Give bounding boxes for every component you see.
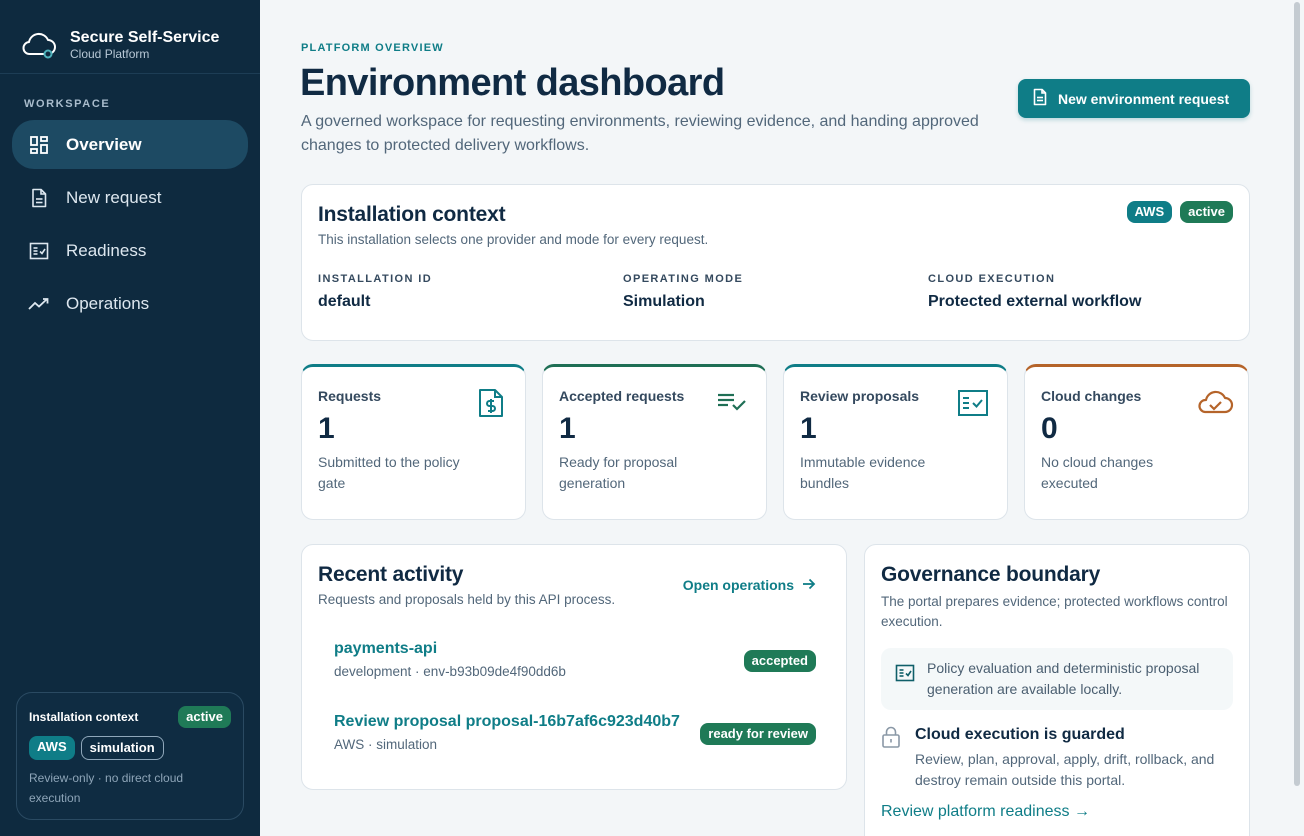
field-label: CLOUD EXECUTION bbox=[928, 273, 1056, 285]
list-item: Review proposal proposal-16b7af6c923d40b… bbox=[334, 713, 816, 752]
card-title: Governance boundary bbox=[881, 563, 1101, 586]
field-label: OPERATING MODE bbox=[623, 273, 744, 285]
trend-icon bbox=[28, 293, 50, 315]
stat-description: Immutable evidence bundles bbox=[800, 454, 926, 491]
stat-description: Ready for proposal generation bbox=[559, 454, 678, 491]
cloud-icon bbox=[20, 26, 58, 64]
card-subtitle: This installation selects one provider a… bbox=[318, 232, 709, 247]
sidebar-item-label: New request bbox=[66, 187, 162, 207]
list-item: payments-api development · env-b93b09de4… bbox=[334, 640, 816, 679]
stat-description: No cloud changes executed bbox=[1041, 454, 1154, 491]
sidebar-context-title: Installation context bbox=[29, 710, 139, 724]
sidebar-item-overview[interactable]: Overview bbox=[12, 120, 248, 169]
list-check-icon bbox=[716, 387, 748, 419]
sidebar-item-readiness[interactable]: Readiness bbox=[12, 226, 248, 275]
page-eyebrow: PLATFORM OVERVIEW bbox=[301, 42, 444, 54]
dashboard-icon bbox=[28, 134, 50, 156]
review-readiness-link[interactable]: Review platform readiness → bbox=[881, 803, 1233, 821]
open-operations-link[interactable]: Open operations bbox=[683, 577, 816, 593]
stat-card-requests: Requests 1 Submitted to the policy gate bbox=[301, 364, 526, 520]
status-badge: active bbox=[178, 706, 231, 728]
sidebar-context-note: Review-only · no direct cloud execution bbox=[29, 771, 184, 805]
guard-title: Cloud execution is guarded bbox=[915, 726, 1125, 743]
button-label: New environment request bbox=[1058, 90, 1230, 107]
field-label: INSTALLATION ID bbox=[318, 273, 433, 285]
brand-title: Secure Self-Service bbox=[70, 28, 220, 46]
field-value: Simulation bbox=[623, 293, 705, 310]
status-badge: active bbox=[1180, 201, 1233, 223]
governance-boundary-card: Governance boundary The portal prepares … bbox=[864, 544, 1250, 836]
stat-description: Submitted to the policy gate bbox=[318, 454, 460, 491]
stat-card-cloud-changes: Cloud changes 0 No cloud changes execute… bbox=[1024, 364, 1249, 520]
sidebar-item-label: Overview bbox=[66, 134, 142, 154]
card-subtitle: The portal prepares evidence; protected … bbox=[881, 594, 1228, 629]
page-description: A governed workspace for requesting envi… bbox=[301, 113, 979, 154]
brand-subtitle: Cloud Platform bbox=[70, 46, 150, 61]
installation-id-field: INSTALLATION ID default bbox=[318, 273, 623, 311]
checklist-icon bbox=[28, 240, 50, 262]
status-badge: accepted bbox=[743, 650, 816, 672]
document-icon bbox=[1032, 88, 1048, 109]
lock-icon bbox=[881, 726, 901, 791]
status-badge: ready for review bbox=[700, 723, 816, 745]
governance-note-text: Policy evaluation and deterministic prop… bbox=[927, 660, 1200, 697]
field-value: Protected external workflow bbox=[928, 293, 1142, 310]
cloud-execution-field: CLOUD EXECUTION Protected external workf… bbox=[928, 273, 1233, 311]
sidebar: Secure Self-Service Cloud Platform WORKS… bbox=[0, 0, 260, 836]
page-title: Environment dashboard bbox=[300, 62, 725, 104]
provider-badge: AWS bbox=[1126, 201, 1173, 223]
sidebar-item-new-request[interactable]: New request bbox=[12, 173, 248, 222]
recent-activity-card: Recent activity Requests and proposals h… bbox=[301, 544, 847, 790]
link-label: Open operations bbox=[682, 577, 794, 593]
main-content: PLATFORM OVERVIEW Environment dashboard … bbox=[260, 0, 1304, 836]
new-environment-request-button[interactable]: New environment request bbox=[1018, 79, 1250, 118]
cloud-check-icon bbox=[1196, 387, 1234, 419]
workspace-label: WORKSPACE bbox=[24, 98, 111, 110]
sidebar-item-operations[interactable]: Operations bbox=[12, 279, 248, 328]
stat-card-review-proposals: Review proposals 1 Immutable evidence bu… bbox=[783, 364, 1008, 520]
card-title: Installation context bbox=[318, 203, 506, 226]
guard-text: Review, plan, approval, apply, drift, ro… bbox=[915, 751, 1215, 788]
checklist-icon bbox=[895, 658, 915, 700]
arrow-right-icon bbox=[802, 577, 816, 593]
brand[interactable]: Secure Self-Service Cloud Platform bbox=[0, 0, 260, 74]
document-icon bbox=[28, 187, 50, 209]
operating-mode-field: OPERATING MODE Simulation bbox=[623, 273, 928, 311]
provider-badge: AWS bbox=[29, 736, 75, 760]
card-subtitle: Requests and proposals held by this API … bbox=[318, 592, 616, 607]
field-value: default bbox=[318, 293, 371, 310]
scrollbar[interactable] bbox=[1294, 2, 1300, 786]
stat-card-accepted-requests: Accepted requests 1 Ready for proposal g… bbox=[542, 364, 767, 520]
sidebar-nav: Overview New request Readiness Operation… bbox=[0, 120, 260, 328]
mode-badge: simulation bbox=[80, 736, 164, 760]
sidebar-installation-context: Installation context active AWS simulati… bbox=[16, 692, 244, 820]
guard-section: Cloud execution is guarded Review, plan,… bbox=[881, 726, 1233, 791]
installation-context-card: Installation context This installation s… bbox=[301, 184, 1250, 341]
sidebar-item-label: Operations bbox=[66, 293, 150, 313]
checklist-icon bbox=[957, 387, 989, 419]
sidebar-item-label: Readiness bbox=[66, 240, 147, 260]
governance-note: Policy evaluation and deterministic prop… bbox=[881, 648, 1233, 710]
invoice-icon bbox=[475, 387, 507, 419]
